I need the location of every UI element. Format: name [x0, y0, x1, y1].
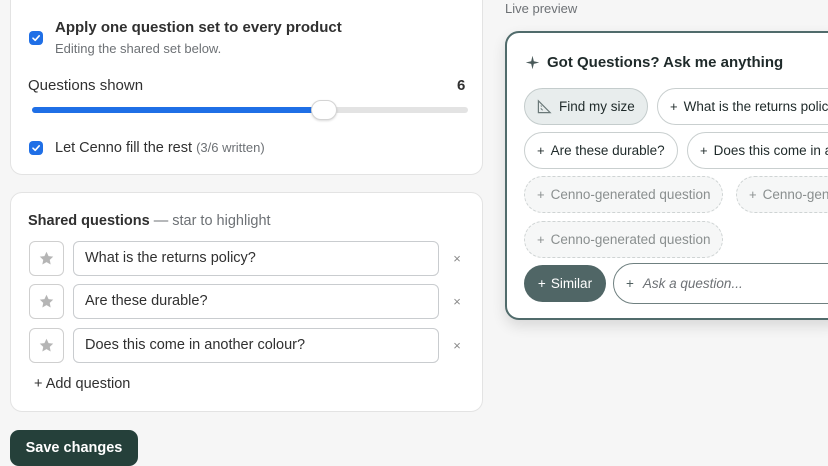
- fill-rest-checkbox[interactable]: [29, 141, 43, 155]
- chip-label: Cenno-generated question: [550, 187, 711, 202]
- live-preview-label: Live preview: [505, 1, 578, 16]
- chip-durable[interactable]: + Are these durable?: [524, 132, 678, 169]
- add-question-button[interactable]: + Add question: [34, 376, 130, 392]
- plus-icon: +: [537, 276, 546, 291]
- chip-label: What is the returns policy?: [683, 99, 828, 114]
- apply-all-label: Apply one question set to every product: [55, 19, 342, 36]
- star-button[interactable]: [29, 328, 64, 363]
- question-input[interactable]: Are these durable?: [73, 284, 439, 319]
- chip-generated-placeholder: + Cenno-generated question: [524, 176, 724, 213]
- apply-all-sublabel: Editing the shared set below.: [55, 41, 222, 56]
- shared-questions-title: Shared questions: [28, 213, 150, 229]
- widget-title: Got Questions? Ask me anything: [547, 54, 784, 71]
- questions-shown-value: 6: [457, 77, 466, 94]
- sparkle-icon: [525, 55, 540, 70]
- remove-question-icon[interactable]: ×: [451, 295, 463, 309]
- remove-question-icon[interactable]: ×: [451, 252, 463, 266]
- plus-icon: +: [537, 187, 545, 202]
- remove-question-icon[interactable]: ×: [451, 339, 463, 353]
- settings-card: Apply one question set to every product …: [10, 0, 483, 175]
- chip-colour[interactable]: + Does this come in another colour?: [687, 132, 828, 169]
- plus-icon: +: [749, 187, 757, 202]
- ask-placeholder: Ask a question...: [642, 276, 743, 291]
- chip-returns-policy[interactable]: + What is the returns policy?: [657, 88, 828, 125]
- chip-label: Are these durable?: [550, 143, 665, 158]
- apply-all-checkbox[interactable]: [29, 31, 43, 45]
- questions-shown-slider[interactable]: [32, 100, 468, 120]
- chip-find-my-size[interactable]: Find my size: [524, 88, 648, 125]
- star-button[interactable]: [29, 241, 64, 276]
- similar-button[interactable]: + Similar: [524, 265, 606, 302]
- preview-widget: Got Questions? Ask me anything Find my s…: [505, 31, 828, 320]
- ruler-icon: [537, 99, 552, 114]
- chip-label: Cenno-generated question: [550, 232, 711, 247]
- checkmark-icon: [32, 35, 40, 42]
- save-changes-button[interactable]: Save changes: [10, 430, 138, 466]
- slider-fill: [32, 107, 324, 113]
- question-input[interactable]: Does this come in another colour?: [73, 328, 439, 363]
- chip-label: Cenno-generated question: [762, 187, 828, 202]
- questions-shown-label: Questions shown: [28, 77, 144, 94]
- slider-thumb[interactable]: [311, 100, 337, 120]
- star-icon: [39, 338, 54, 352]
- fill-rest-text: Let Cenno fill the rest: [55, 140, 193, 156]
- plus-icon: +: [537, 232, 545, 247]
- chip-label: Does this come in another colour?: [713, 143, 828, 158]
- question-input[interactable]: What is the returns policy?: [73, 241, 439, 276]
- chip-generated-placeholder: + Cenno-generated question: [736, 176, 828, 213]
- plus-icon: +: [537, 143, 545, 158]
- fill-rest-count: (3/6 written): [196, 140, 265, 155]
- plus-icon: +: [626, 276, 634, 291]
- plus-icon: +: [700, 143, 708, 158]
- similar-label: Similar: [550, 276, 593, 291]
- shared-questions-hint: — star to highlight: [153, 213, 271, 229]
- plus-icon: +: [670, 99, 678, 114]
- star-icon: [39, 294, 54, 308]
- checkmark-icon: [32, 145, 40, 152]
- chip-label: Find my size: [559, 99, 635, 114]
- star-icon: [39, 251, 54, 265]
- ask-question-input[interactable]: + Ask a question...: [613, 263, 828, 304]
- chip-generated-placeholder: + Cenno-generated question: [524, 221, 724, 258]
- fill-rest-label: Let Cenno fill the rest (3/6 written): [55, 140, 265, 156]
- star-button[interactable]: [29, 284, 64, 319]
- shared-questions-card: Shared questions — star to highlight Wha…: [10, 192, 483, 412]
- shared-questions-heading: Shared questions — star to highlight: [28, 213, 271, 229]
